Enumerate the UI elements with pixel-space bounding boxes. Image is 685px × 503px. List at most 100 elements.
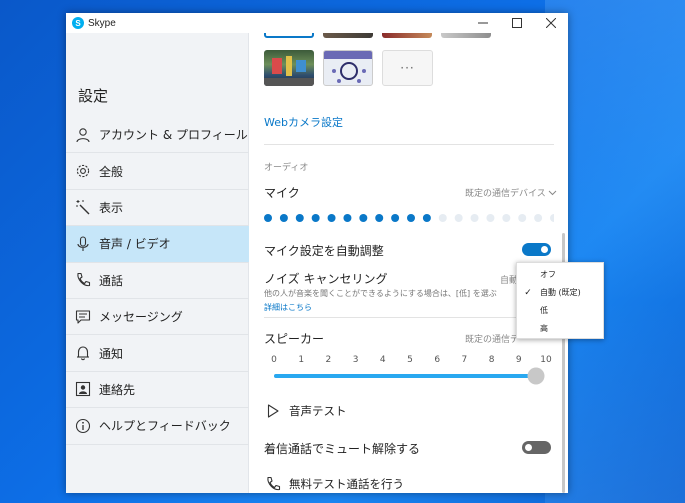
menu-item-off[interactable]: オフ: [517, 266, 605, 283]
sidebar-item-label: 音声 / ビデオ: [99, 237, 171, 252]
maximize-button[interactable]: [500, 13, 534, 33]
background-thumbnail[interactable]: [323, 50, 373, 86]
volume-tick-label: 10: [540, 355, 552, 365]
contact-card-icon: [74, 380, 92, 398]
auto-adjust-mic-toggle[interactable]: [522, 243, 551, 256]
meter-dot-inactive: [438, 214, 447, 222]
window-controls: [466, 13, 568, 33]
title-bar: S Skype: [66, 13, 568, 33]
menu-item-label: オフ: [540, 270, 556, 279]
settings-title: 設定: [78, 87, 109, 105]
volume-tick-label: 2: [325, 355, 332, 365]
meter-dot-active: [264, 214, 272, 222]
menu-item-low[interactable]: 低: [517, 302, 605, 319]
meter-dot-active: [391, 214, 400, 222]
sidebar-item-audio-video[interactable]: 音声 / ビデオ: [66, 226, 249, 263]
meter-dot-inactive: [470, 214, 479, 222]
menu-item-label: 自動 (既定): [540, 288, 581, 297]
noise-cancellation-description: 他の人が音楽を聞くことができるようにする場合は、[低] を選ぶ: [264, 289, 497, 298]
sidebar-item-account[interactable]: アカウント & プロフィール: [66, 117, 249, 154]
person-icon: [74, 126, 92, 144]
meter-dot-active: [407, 214, 415, 222]
microphone-icon: [74, 235, 92, 253]
background-thumbnail[interactable]: [264, 50, 314, 86]
gear-icon: [74, 162, 92, 180]
meter-dot-active: [359, 214, 368, 222]
sidebar-item-label: 全般: [99, 164, 124, 179]
close-icon: [546, 18, 556, 28]
check-icon: ✓: [524, 287, 532, 298]
magic-wand-icon: [74, 198, 92, 216]
volume-tick-label: 7: [461, 355, 468, 365]
more-backgrounds-button[interactable]: ···: [382, 50, 433, 86]
menu-item-label: 低: [540, 306, 548, 315]
sidebar-item-appearance[interactable]: 表示: [66, 190, 249, 227]
sound-test-button[interactable]: 音声テスト: [265, 403, 347, 419]
toggle-knob: [541, 246, 548, 253]
sidebar-item-contacts[interactable]: 連絡先: [66, 372, 249, 409]
noise-cancellation-label: ノイズ キャンセリング: [264, 272, 388, 286]
sidebar-item-label: 通話: [99, 273, 124, 288]
meter-dot-active: [375, 214, 384, 222]
unmute-incoming-toggle[interactable]: [522, 441, 551, 454]
learn-more-link[interactable]: 詳細はこちら: [264, 302, 312, 313]
microphone-label: マイク: [264, 186, 300, 200]
sidebar-item-label: メッセージング: [99, 310, 183, 325]
maximize-icon: [512, 18, 522, 28]
divider: [264, 144, 554, 145]
window-title: Skype: [88, 17, 116, 29]
sidebar-item-help-feedback[interactable]: ヘルプとフィードバック: [66, 408, 249, 445]
background-thumbnail[interactable]: [323, 33, 373, 38]
volume-tick-label: 1: [298, 355, 305, 365]
microphone-device-dropdown[interactable]: 既定の通信デバイス: [465, 186, 557, 199]
meter-dot-active: [422, 214, 431, 222]
bell-icon: [74, 344, 92, 362]
free-test-call-label: 無料テスト通話を行う: [289, 477, 404, 491]
sidebar-item-label: 通知: [99, 346, 124, 361]
sidebar-item-calling[interactable]: 通話: [66, 263, 249, 299]
skype-window: S Skype 設定 アカウント & プロフィール 全般 表示 音声 / ビデオ…: [66, 13, 568, 493]
audio-section-label: オーディオ: [264, 163, 309, 173]
play-icon: [265, 403, 281, 419]
settings-sidebar: 設定 アカウント & プロフィール 全般 表示 音声 / ビデオ 通話 メッセー…: [66, 33, 249, 493]
sidebar-item-label: 表示: [99, 200, 124, 215]
divider: [264, 317, 554, 318]
sidebar-item-messaging[interactable]: メッセージング: [66, 299, 249, 336]
toggle-knob: [525, 444, 532, 451]
slider-thumb[interactable]: [527, 367, 545, 385]
background-thumbnail[interactable]: [264, 33, 314, 38]
meter-dot-inactive: [502, 214, 511, 222]
sidebar-item-notifications[interactable]: 通知: [66, 335, 249, 372]
free-test-call-button[interactable]: 無料テスト通話を行う: [265, 476, 404, 492]
sidebar-item-general[interactable]: 全般: [66, 153, 249, 190]
microphone-level-meter: [264, 212, 554, 224]
background-thumbnail[interactable]: [441, 33, 491, 38]
minimize-button[interactable]: [466, 13, 500, 33]
sound-test-label: 音声テスト: [289, 404, 347, 418]
speaker-label: スピーカー: [264, 332, 325, 346]
menu-item-auto-default[interactable]: ✓ 自動 (既定): [517, 284, 605, 301]
volume-tick-label: 8: [488, 355, 495, 365]
meter-dot-active: [279, 214, 288, 222]
thumbnail-image: [264, 56, 314, 86]
meter-dot-inactive: [486, 214, 495, 222]
meter-dot-inactive: [550, 214, 554, 222]
volume-tick-label: 0: [271, 355, 277, 365]
skype-logo-icon: S: [72, 17, 84, 29]
background-thumbnail[interactable]: [382, 33, 432, 38]
menu-item-high[interactable]: 高: [517, 320, 605, 337]
meter-dot-inactive: [518, 214, 527, 222]
close-button[interactable]: [534, 13, 568, 33]
volume-tick-label: 5: [407, 355, 413, 365]
volume-tick-label: 6: [434, 355, 441, 365]
speaker-volume-ticks: 0 1 2 3 4 5 6 7 8 9 10: [268, 355, 552, 367]
speaker-volume-slider[interactable]: [274, 367, 546, 385]
meter-dot-active: [343, 214, 352, 222]
meter-dot-active: [311, 214, 320, 222]
settings-nav: アカウント & プロフィール 全般 表示 音声 / ビデオ 通話 メッセージング…: [66, 117, 249, 445]
chat-icon: [74, 308, 92, 326]
meter-dot-active: [327, 214, 336, 222]
volume-tick-label: 4: [379, 355, 386, 365]
speaker-device-dropdown[interactable]: 既定の通信デ: [465, 332, 519, 345]
webcam-settings-link[interactable]: Webカメラ設定: [264, 114, 343, 130]
